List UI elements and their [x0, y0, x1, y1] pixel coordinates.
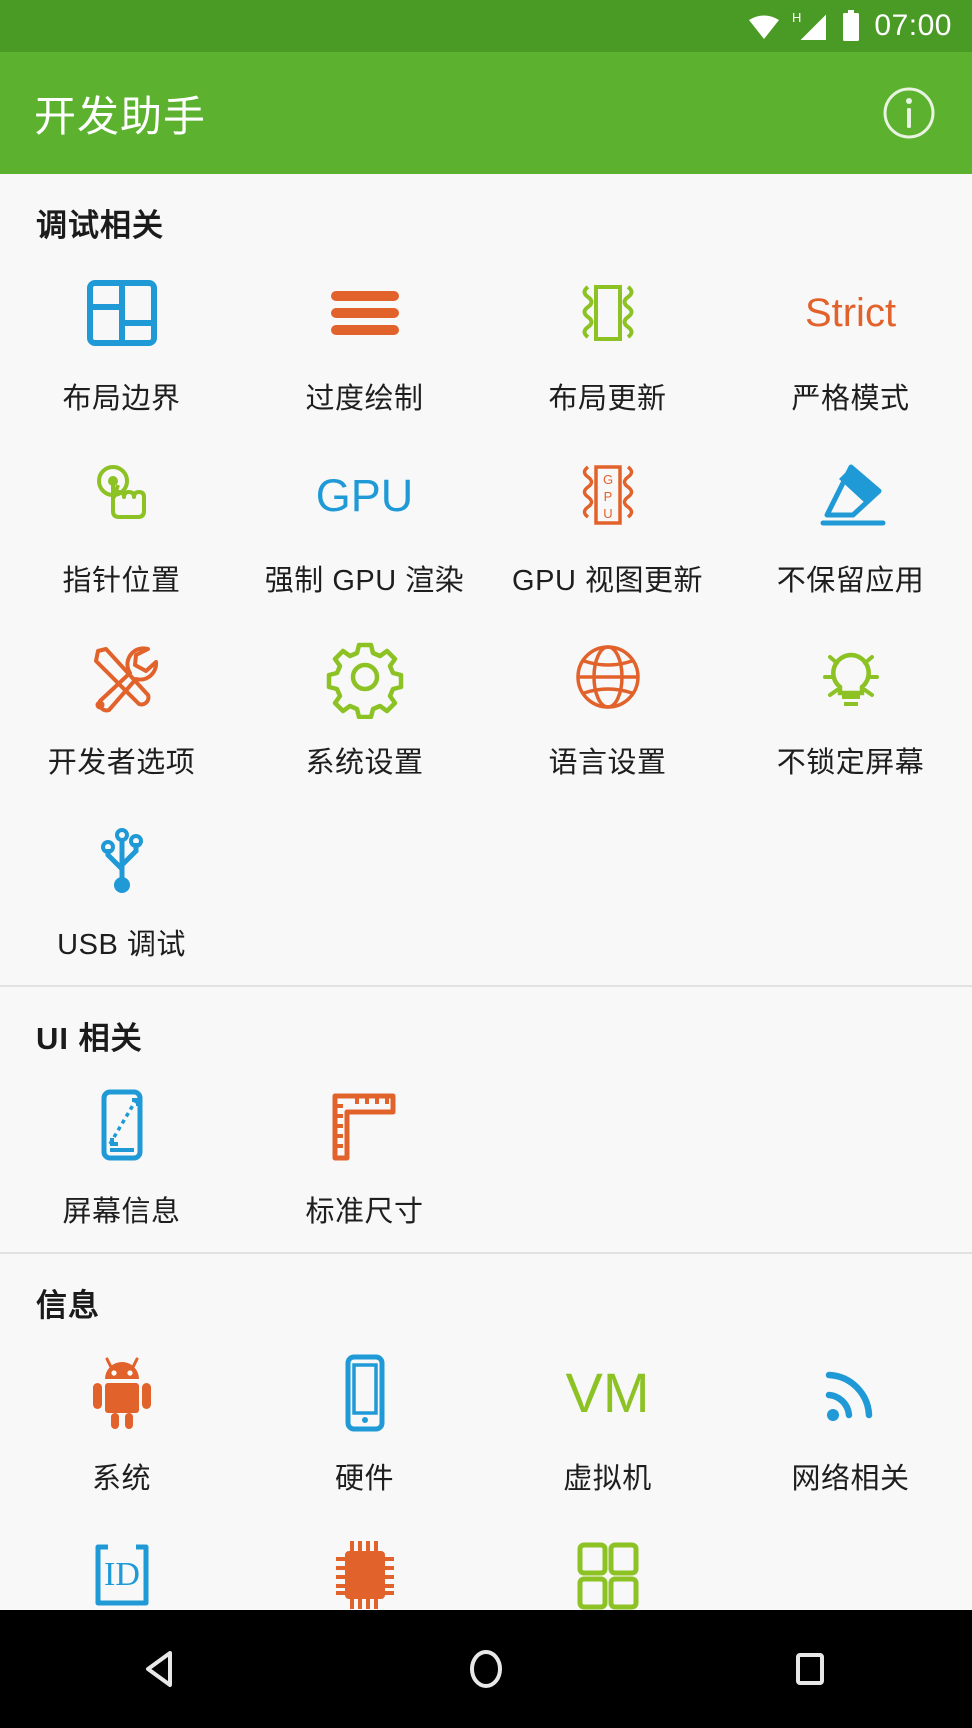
grid-item-label: 不保留应用: [776, 565, 925, 597]
layout-bounds-icon: [74, 265, 170, 361]
grid-item-virtual-machine[interactable]: VM 虚拟机: [486, 1331, 729, 1513]
grid-item-hardware[interactable]: 硬件: [243, 1331, 486, 1513]
back-icon[interactable]: [102, 1610, 222, 1728]
android-icon: [74, 1345, 170, 1441]
grid-item-label: 硬件: [334, 1463, 394, 1495]
recents-icon[interactable]: [750, 1610, 870, 1728]
apps-grid-icon: [560, 1527, 656, 1610]
section-debug: 调试相关 布局边界 过度绘制 布局更新 Strict 严格模式 指针位置 GPU…: [0, 174, 972, 985]
status-bar-clock: 07:00: [874, 9, 952, 42]
grid-item-layout-update[interactable]: 布局更新: [486, 251, 729, 433]
home-icon[interactable]: [426, 1610, 546, 1728]
grid-item-screen-info[interactable]: 屏幕信息: [0, 1064, 243, 1246]
grid-item-standard-sizes[interactable]: 标准尺寸: [243, 1064, 486, 1246]
usb-icon: [74, 811, 170, 907]
grid-item-those-ids[interactable]: ID 那些 ID: [0, 1513, 243, 1610]
grid-item-label: 系统: [91, 1463, 151, 1495]
ruler-icon: [317, 1078, 413, 1174]
grid-item-label: 严格模式: [791, 383, 910, 415]
grid-ui: 屏幕信息 标准尺寸: [0, 1064, 972, 1246]
grid-item-label: 标准尺寸: [305, 1196, 424, 1228]
section-ui: UI 相关 屏幕信息 标准尺寸: [0, 985, 972, 1252]
svg-text:G: G: [602, 472, 612, 487]
grid-item-label: 过度绘制: [305, 383, 424, 415]
grid-item-label: GPU 视图更新: [512, 565, 703, 597]
grid-item-cpu[interactable]: CPU: [243, 1513, 486, 1610]
grid-item-network[interactable]: 网络相关: [729, 1331, 972, 1513]
battery-icon: [841, 9, 861, 43]
phone-icon: [317, 1345, 413, 1441]
cpu-icon: [317, 1527, 413, 1610]
wifi-icon: [747, 9, 781, 43]
status-bar: H 07:00: [0, 0, 972, 52]
pointer-location-icon: [74, 447, 170, 543]
svg-text:P: P: [603, 489, 612, 504]
grid-item-dont-keep-activities[interactable]: 不保留应用: [729, 433, 972, 615]
grid-item-label: 虚拟机: [563, 1463, 652, 1495]
signal-rss-icon: [803, 1345, 899, 1441]
section-title-debug: 调试相关: [36, 208, 164, 243]
grid-item-label: 系统设置: [305, 747, 424, 779]
grid-item-usb-debug[interactable]: USB 调试: [0, 797, 243, 979]
gpu-render-icon: GPU: [315, 469, 414, 521]
status-bar-icons: H: [747, 9, 861, 43]
grid-item-label: 布局更新: [548, 383, 667, 415]
grid-item-pointer-location[interactable]: 指针位置: [0, 433, 243, 615]
grid-item-label: 不锁定屏幕: [776, 747, 925, 779]
grid-item-my-apps[interactable]: 我的应用: [486, 1513, 729, 1610]
grid-item-keep-screen-on[interactable]: 不锁定屏幕: [729, 615, 972, 797]
grid-debug: 布局边界 过度绘制 布局更新 Strict 严格模式 指针位置 GPU 强制 G…: [0, 251, 972, 979]
grid-item-developer-options[interactable]: 开发者选项: [0, 615, 243, 797]
grid-item-gpu-view-update[interactable]: G P U GPU 视图更新: [486, 433, 729, 615]
signal-icon: H: [792, 9, 830, 43]
screen-info-icon: [74, 1078, 170, 1174]
grid-item-layout-bounds[interactable]: 布局边界: [0, 251, 243, 433]
gear-icon: [317, 629, 413, 725]
grid-item-overdraw[interactable]: 过度绘制: [243, 251, 486, 433]
strict-mode-icon: Strict: [804, 291, 897, 335]
grid-info: 系统 硬件 VM 虚拟机 网络相关 ID: [0, 1331, 972, 1610]
gpu-view-update-icon: G P U: [560, 447, 656, 543]
page-title: 开发助手: [34, 92, 207, 140]
globe-icon: [560, 629, 656, 725]
grid-item-label: 屏幕信息: [62, 1196, 181, 1228]
app-bar: 开发助手: [0, 52, 972, 174]
vm-icon: VM: [565, 1361, 650, 1424]
svg-text:H: H: [792, 10, 801, 25]
section-title-info: 信息: [36, 1288, 100, 1323]
grid-item-label: 布局边界: [62, 383, 181, 415]
grid-item-language-settings[interactable]: 语言设置: [486, 615, 729, 797]
navigation-bar: [0, 1610, 972, 1728]
grid-item-label: 强制 GPU 渲染: [264, 565, 465, 597]
info-icon[interactable]: [880, 84, 938, 142]
svg-text:U: U: [603, 506, 612, 521]
grid-item-label: 指针位置: [62, 565, 181, 597]
grid-item-label: 语言设置: [548, 747, 667, 779]
grid-item-system-settings[interactable]: 系统设置: [243, 615, 486, 797]
svg-text:ID: ID: [104, 1556, 140, 1593]
grid-item-strict-mode[interactable]: Strict 严格模式: [729, 251, 972, 433]
grid-item-system[interactable]: 系统: [0, 1331, 243, 1513]
grid-item-label: 网络相关: [791, 1463, 910, 1495]
lightbulb-icon: [803, 629, 899, 725]
layout-update-icon: [560, 265, 656, 361]
grid-item-force-gpu[interactable]: GPU 强制 GPU 渲染: [243, 433, 486, 615]
id-icon: ID: [74, 1527, 170, 1610]
eraser-icon: [803, 447, 899, 543]
app-root: H 07:00 开发助手 调试相关 布局边界 过度绘制 布局更新 Strict …: [0, 0, 972, 1728]
section-info: 信息 系统 硬件 VM 虚拟机 网络相关 ID: [0, 1252, 972, 1610]
section-title-ui: UI 相关: [36, 1021, 143, 1056]
grid-item-label: 开发者选项: [47, 747, 196, 779]
overdraw-icon: [317, 265, 413, 361]
grid-item-label: USB 调试: [57, 929, 186, 961]
content-scroll[interactable]: 调试相关 布局边界 过度绘制 布局更新 Strict 严格模式 指针位置 GPU…: [0, 174, 972, 1610]
tools-icon: [74, 629, 170, 725]
